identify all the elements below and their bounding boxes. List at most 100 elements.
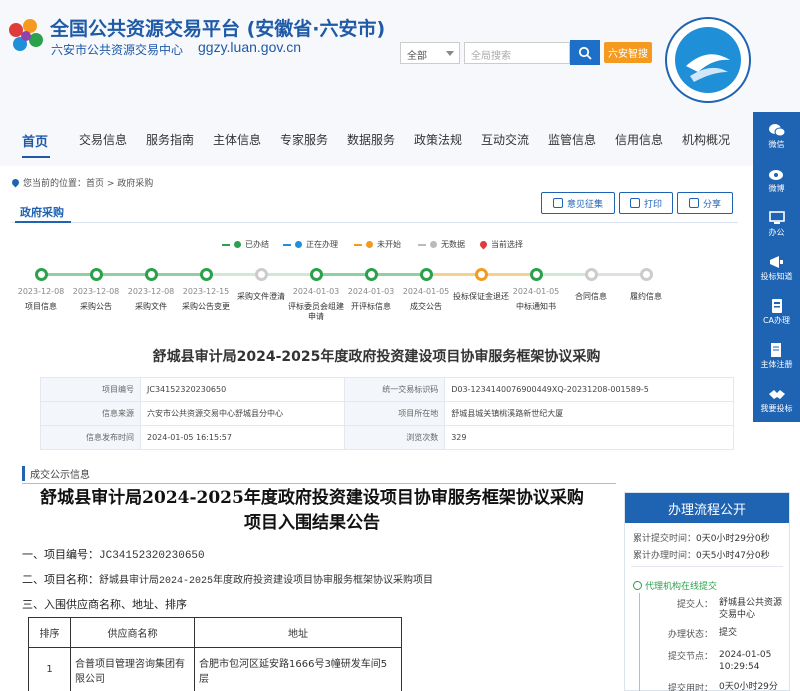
wechat-icon — [768, 124, 785, 137]
timeline-step-name[interactable]: 投标保证金退还 — [452, 292, 510, 302]
timeline-step-name[interactable]: 采购公告 — [67, 302, 125, 312]
total-submit-label: 累计提交时间： — [633, 534, 697, 544]
nav-interaction[interactable]: 互动交流 — [481, 131, 529, 148]
timeline-step-name[interactable]: 采购公告变更 — [177, 302, 235, 312]
node-label: 提交节点： — [667, 652, 713, 662]
printer-icon — [629, 198, 640, 208]
nav-service-guide[interactable]: 服务指南 — [146, 131, 194, 148]
nav-policy[interactable]: 政策法规 — [414, 131, 462, 148]
timeline-track — [206, 273, 261, 276]
timeline-step-name[interactable]: 项目信息 — [12, 302, 70, 312]
timeline-step-name[interactable]: 中标通知书 — [507, 302, 565, 312]
cell-rank: 1 — [28, 647, 71, 691]
submitter-label: 提交人： — [676, 600, 713, 610]
site-subtitle: 六安市公共资源交易中心 — [51, 43, 184, 57]
timeline-node[interactable] — [365, 268, 378, 281]
value-location: 舒城县城关镇桃溪路新世纪大厦 — [444, 401, 734, 426]
timeline-step-name[interactable]: 评标委员会组建申请 — [287, 302, 345, 322]
breadcrumb: 您当前的位置：首页 > 政府采购 — [10, 176, 153, 189]
megaphone-icon — [769, 256, 783, 268]
search-button[interactable] — [570, 40, 600, 65]
legend-dot — [234, 241, 241, 248]
timeline-track — [536, 273, 591, 276]
total-submit-row: 累计提交时间：0天0小时29分0秒 — [633, 531, 770, 544]
legend-dot — [366, 241, 373, 248]
legend-dot — [430, 241, 437, 248]
share-button[interactable]: 分享 — [677, 192, 733, 214]
side-weibo[interactable]: 微博 — [753, 162, 800, 204]
section-divider — [12, 222, 738, 223]
total-submit-value: 0天0小时29分0秒 — [696, 534, 770, 544]
legend-label: 当前选择 — [491, 240, 523, 249]
cell-address: 合肥市包河区延安路1666号3幢研发车间5层 — [194, 647, 402, 691]
notice-divider — [22, 483, 616, 484]
supplier-table: 排序 供应商名称 地址 1 合普项目管理咨询集团有限公司 合肥市包河区延安路16… — [28, 617, 402, 691]
timeline-node[interactable] — [475, 268, 488, 281]
timeline-node[interactable] — [90, 268, 103, 281]
timeline-step-name[interactable]: 成交公告 — [397, 302, 455, 312]
timeline-node[interactable] — [530, 268, 543, 281]
notice-section: 成交公示信息 舒城县审计局2024-2025年度政府投资建设项目协审服务框架协议… — [0, 456, 800, 691]
timeline-step-name[interactable]: 开评标信息 — [342, 302, 400, 312]
timeline-step-name[interactable]: 采购文件 — [122, 302, 180, 312]
main-nav: 首页 交易信息 服务指南 主体信息 专家服务 数据服务 政策法规 互动交流 监管… — [0, 112, 800, 166]
side-bid-know[interactable]: 投标知道 — [753, 250, 800, 292]
nav-data-service[interactable]: 数据服务 — [347, 131, 395, 148]
nav-subject-info[interactable]: 主体信息 — [213, 131, 261, 148]
timeline-node[interactable] — [35, 268, 48, 281]
timeline-node[interactable] — [640, 268, 653, 281]
timeline-step-name[interactable]: 采购文件澄清 — [232, 292, 290, 302]
nav-home[interactable]: 首页 — [22, 131, 48, 150]
side-office[interactable]: 办公 — [753, 206, 800, 248]
timeline-track — [151, 273, 206, 276]
timeline-node[interactable] — [145, 268, 158, 281]
feedback-label: 意见征集 — [566, 199, 603, 210]
timeline-date: 2024-01-03 — [292, 287, 340, 296]
timeline-node[interactable] — [200, 268, 213, 281]
search-input[interactable]: 全局搜索 — [464, 42, 570, 64]
side-ca[interactable]: CA办理 — [753, 294, 800, 336]
side-float-bar: 微信 微博 办公 投标知道 CA办理 主体注册 我要投标 — [753, 112, 800, 422]
timeline-step-name[interactable]: 合同信息 — [562, 292, 620, 302]
nav-credit[interactable]: 信用信息 — [615, 131, 663, 148]
value-project-code: JC34152320230650 — [139, 377, 346, 402]
notice-header: 成交公示信息 — [22, 466, 90, 481]
timeline-node[interactable] — [255, 268, 268, 281]
side-bid-know-label: 投标知道 — [760, 272, 793, 281]
nav-expert-service[interactable]: 专家服务 — [280, 131, 328, 148]
timeline-node[interactable] — [585, 268, 598, 281]
table-row: 项目编号 JC34152320230650 统一交易标识码 D03-123414… — [40, 377, 734, 402]
detail-panel: 您当前的位置：首页 > 政府采购 政府采购 意见征集 打印 分享 已办结 正在办理… — [0, 166, 753, 456]
timeline-node[interactable] — [310, 268, 323, 281]
feedback-button[interactable]: 意见征集 — [541, 192, 615, 214]
table-row: 信息发布时间 2024-01-05 16:15:57 浏览次数 329 — [40, 425, 734, 450]
timeline-date: 2023-12-08 — [17, 287, 65, 296]
timeline-track — [426, 273, 481, 276]
side-register[interactable]: 主体注册 — [753, 338, 800, 380]
flow-status-label: 代理机构在线提交 — [645, 582, 718, 592]
col-rank: 排序 — [28, 617, 71, 648]
value-source: 六安市公共资源交易中心舒城县分中心 — [139, 401, 346, 426]
legend-item: 未开始 — [354, 239, 401, 250]
legend-item: 无数据 — [418, 239, 465, 250]
timeline-step-name[interactable]: 履约信息 — [617, 292, 675, 302]
table-header-row: 排序 供应商名称 地址 — [28, 617, 402, 648]
nav-about[interactable]: 机构概况 — [682, 131, 730, 148]
process-box-title: 办理流程公开 — [625, 493, 789, 523]
col-supplier: 供应商名称 — [70, 617, 195, 648]
timeline-date: 2023-12-08 — [72, 287, 120, 296]
nav-trade-info[interactable]: 交易信息 — [79, 131, 127, 148]
side-bid[interactable]: 我要投标 — [753, 382, 800, 424]
nav-supervision[interactable]: 监管信息 — [548, 131, 596, 148]
search-scope-select[interactable]: 全部 — [400, 42, 460, 64]
timeline-node[interactable] — [420, 268, 433, 281]
flow-divider — [631, 566, 783, 567]
smart-search-button[interactable]: 六安智搜 — [604, 42, 652, 63]
handshake-icon — [768, 390, 785, 399]
state-label: 办理状态： — [667, 630, 713, 640]
print-button[interactable]: 打印 — [619, 192, 673, 214]
regional-emblem-icon — [665, 17, 751, 103]
side-wechat[interactable]: 微信 — [753, 118, 800, 160]
side-ca-label: CA办理 — [762, 316, 791, 325]
tab-government-procurement[interactable]: 政府采购 — [20, 204, 64, 220]
